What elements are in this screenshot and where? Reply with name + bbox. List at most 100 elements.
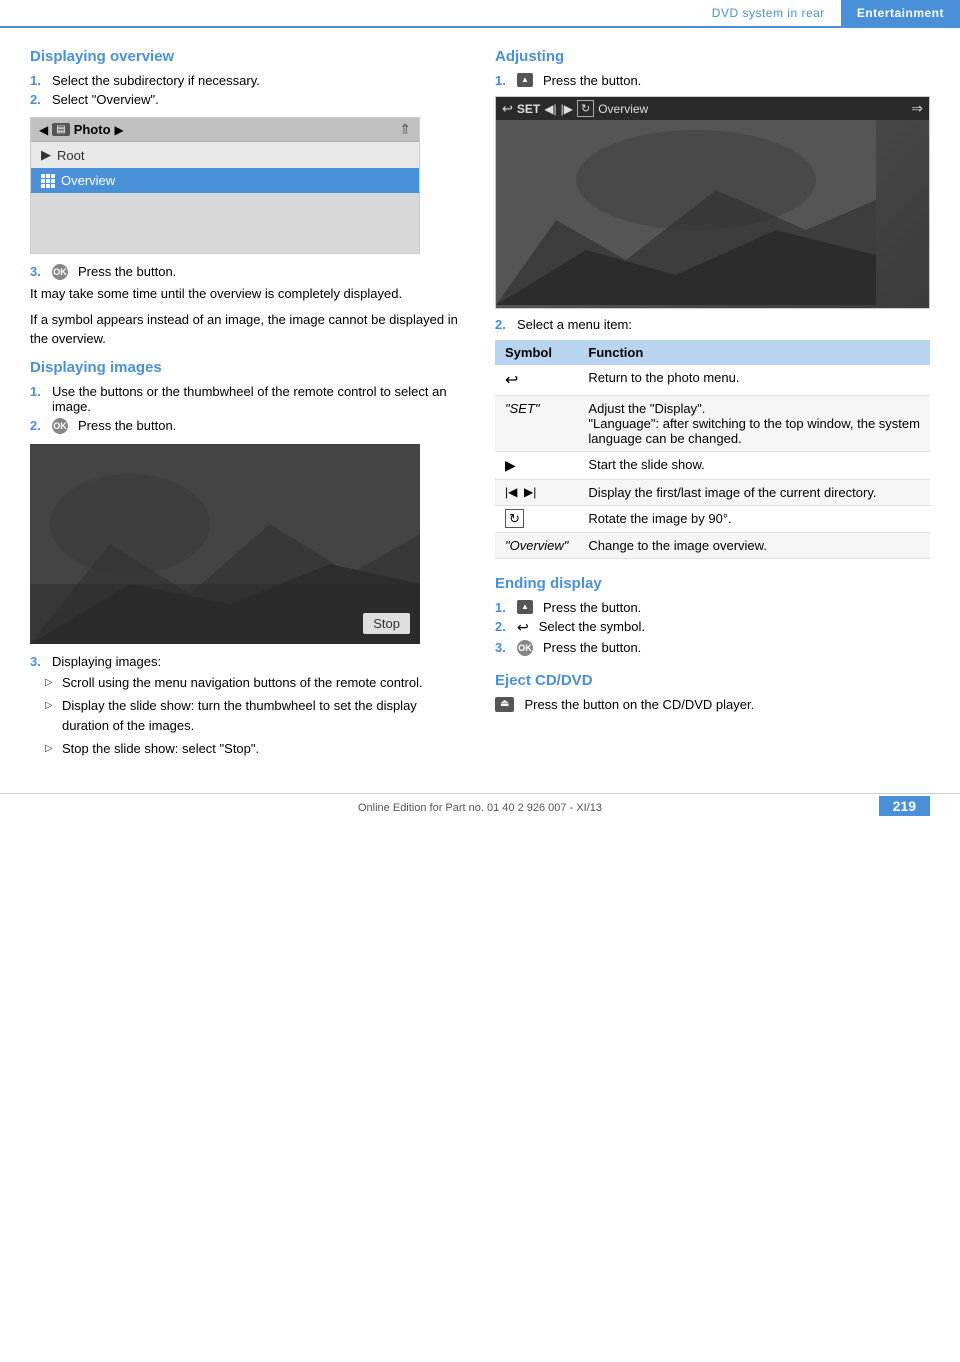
photo-svg [30,444,420,644]
col-symbol: Symbol [495,340,578,365]
ending-step-1-text: Press the button. [543,600,930,615]
ending-step-3-text: Press the button. [543,640,930,656]
topbar-prev-icon: ◀| [544,102,556,116]
step-1i-num: 1. [30,384,46,414]
step-1-num: 1. [30,73,46,88]
stop-badge: Stop [363,613,410,634]
bullet-stop: Stop the slide show: select "Stop". [50,739,465,759]
table-row: ↻ Rotate the image by 90°. [495,506,930,533]
step-3-num: 3. [30,264,46,280]
func-overview: Change to the image overview. [578,533,930,559]
dvd-menu-empty-area [31,193,419,253]
ok-icon: OK [52,264,68,280]
header-entertainment-label: Entertainment [841,0,960,26]
photo-inner [30,444,420,644]
func-play: Start the slide show. [578,452,930,480]
step-3-images: 3. Displaying images: [30,654,465,669]
return-icon-small: ↩ [517,619,529,636]
page-number: 219 [893,798,916,814]
para-symbol: If a symbol appears instead of an image,… [30,310,465,349]
step-1-overview: 1. Select the subdirectory if necessary. [30,73,465,88]
topbar-set-label: SET [517,102,540,116]
table-row: ▶ Start the slide show. [495,452,930,480]
step-1-text: Select the subdirectory if necessary. [52,73,465,88]
func-set-line1: Adjust the "Display". [588,401,705,416]
section-displaying-images: Displaying images 1. Use the buttons or … [30,359,465,759]
step-1i-text: Use the buttons or the thumbwheel of the… [52,384,465,414]
ending-step-1-num: 1. [495,600,511,615]
step-2i-text: Press the button. [78,418,465,434]
section-displaying-overview: Displaying overview 1. Select the subdir… [30,48,465,349]
sym-set: "SET" [495,396,578,452]
table-row: "Overview" Change to the image overview. [495,533,930,559]
bullet-slideshow: Display the slide show: turn the thumbwh… [50,696,465,735]
main-content: Displaying overview 1. Select the subdir… [0,28,960,773]
adj-step-1-num: 1. [495,73,511,88]
overview-label: Overview [61,173,115,188]
section-title-ending: Ending display [495,575,930,592]
func-set-line2: "Language": after switching to the top w… [588,416,920,446]
table-row: "SET" Adjust the "Display". "Language": … [495,396,930,452]
step-2-text: Select "Overview". [52,92,465,107]
root-arrow: ▶ [41,147,51,163]
ok-icon-3: OK [517,640,533,656]
section-title-adjusting: Adjusting [495,48,930,65]
step-2-num: 2. [30,92,46,107]
left-column: Displaying overview 1. Select the subdir… [30,48,465,763]
topbar-overview-label: Overview [598,102,648,116]
ending-step-1: 1. ▲ Press the button. [495,600,930,615]
func-skip: Display the first/last image of the curr… [578,480,930,506]
page-header: DVD system in rear Entertainment [0,0,960,28]
right-photo-topbar: ↩ SET ◀| |▶ ↻ Overview ⇒ [496,97,929,120]
step-2-images: 2. OK Press the button. [30,418,465,434]
page-number-container: 219 [879,796,930,816]
section-eject: Eject CD/DVD ⏏ Press the button on the C… [495,672,930,712]
photo-image-area: Stop [30,444,420,644]
right-column: Adjusting 1. ▲ Press the button. ↩ SET ◀… [495,48,930,763]
topbar-return-icon: ↩ [502,101,513,117]
topbar-right-arrow: ▶ [115,123,124,137]
dvd-menu-screenshot: ◀ ▤ Photo ▶ ⇑ ▶ Root [30,117,420,254]
bmw-icon: ▲ [517,73,533,87]
eject-text: Press the button on the CD/DVD player. [524,697,754,712]
step-3i-num: 3. [30,654,46,669]
topbar-next-icon: |▶ [561,102,573,116]
right-photo-inner [496,120,929,308]
sym-overview-text: "Overview" [495,533,578,559]
right-photo-svg [496,120,876,305]
sym-rotate: ↻ [495,506,578,533]
page-footer: Online Edition for Part no. 01 40 2 926 … [0,793,960,822]
step-1-images: 1. Use the buttons or the thumbwheel of … [30,384,465,414]
para-time: It may take some time until the overview… [30,284,465,304]
dvd-menu-row-root: ▶ Root [31,142,419,168]
section-title-overview: Displaying overview [30,48,465,65]
ending-step-2: 2. ↩ Select the symbol. [495,619,930,636]
func-return: Return to the photo menu. [578,365,930,396]
func-set: Adjust the "Display". "Language": after … [578,396,930,452]
ending-step-2-num: 2. [495,619,511,636]
topbar-scroll-icon: ⇒ [911,100,923,117]
table-row: ↩ Return to the photo menu. [495,365,930,396]
step-2i-num: 2. [30,418,46,434]
step-3-overview: 3. OK Press the button. [30,264,465,280]
header-dvd-label: DVD system in rear [712,0,841,26]
step-3i-text: Displaying images: [52,654,465,669]
step-3-text: Press the button. [78,264,465,280]
eject-step: ⏏ Press the button on the CD/DVD player. [495,697,930,712]
footer-text: Online Edition for Part no. 01 40 2 926 … [358,802,602,814]
bmw-icon-2: ▲ [517,600,533,614]
adj-step-1-text: Press the button. [543,73,930,88]
topbar-rotate-icon: ↻ [577,100,594,117]
bullet-list: Scroll using the menu navigation buttons… [30,673,465,759]
symbol-table: Symbol Function ↩ Return to the photo me… [495,340,930,559]
adj-step-2-text: Select a menu item: [517,317,930,332]
table-header-row: Symbol Function [495,340,930,365]
eject-icon: ⏏ [495,697,514,712]
section-title-images: Displaying images [30,359,465,376]
topbar-left-arrow: ◀ [39,123,48,137]
bullet-scroll: Scroll using the menu navigation buttons… [50,673,465,693]
root-label: Root [57,148,84,163]
section-title-eject: Eject CD/DVD [495,672,930,689]
ending-step-2-text: Select the symbol. [539,619,930,636]
adj-step-2-num: 2. [495,317,511,332]
